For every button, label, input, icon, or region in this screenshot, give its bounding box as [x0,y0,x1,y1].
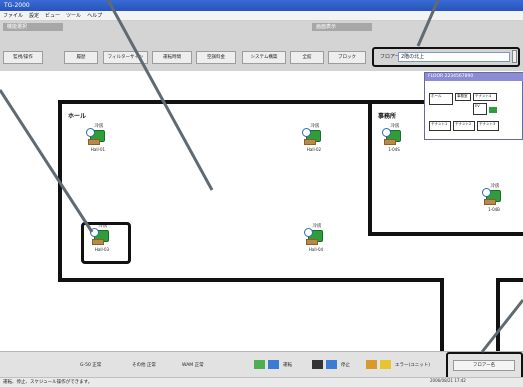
operation-time-button[interactable]: 運転時間 [152,51,192,64]
gauge-icon [86,128,95,137]
history-button[interactable]: 履歴 [64,51,98,64]
indoor-unit-icon[interactable]: 冷房 1-04S [380,123,408,157]
minimap-room[interactable]: テナント2 [453,121,475,131]
menu-bar: ファイル 設定 ビュー ツール ヘルプ [0,11,523,21]
indoor-unit-icon[interactable]: 冷房 Hall-01 [84,123,112,157]
office-wall-lower [496,278,523,351]
unit-name: 1-04B [488,207,500,212]
block-button[interactable]: ブロック [328,51,366,64]
zone-label-office: 事務所 [378,113,397,120]
menu-tools[interactable]: ツール [66,12,81,19]
floor-selector-group: フロアー 2階の北上 [372,47,520,67]
gauge-icon [382,128,391,137]
floor-list-button[interactable]: フロアー名 [453,360,515,371]
unit-base [306,239,318,245]
monitor-operate-button[interactable]: 監視/操作 [3,51,43,64]
gauge-icon [302,128,311,137]
indoor-unit-icon[interactable]: 冷房 Hall-04 [302,223,330,257]
unit-name: 1-04S [388,147,400,152]
menu-help[interactable]: ヘルプ [87,12,102,19]
legend-icon-blue [268,360,279,369]
unit-name: Hall-04 [308,247,324,252]
gauge-icon [304,228,313,237]
minimap-room[interactable]: テナント4 [473,93,497,101]
legend-error: エラー(ユニット) [395,363,431,368]
legend-icon-orange [366,360,377,369]
hall-wall-bottom [58,278,442,282]
unit-name: Hall-02 [306,147,322,152]
legend-run: 運転 [283,363,292,368]
message-text: 運転、停止、スケジュール操作ができます。 [3,380,93,385]
floor-minimap[interactable]: FLOOR 2234567890 ホール 事務室 テナント4 EV テナント1 … [424,72,523,140]
floor-scroll-arrows[interactable] [512,50,517,63]
unit-base [88,139,100,145]
minimap-room[interactable]: ホール [429,93,453,105]
highlight-frame [81,222,131,264]
menu-settings[interactable]: 設定 [29,12,39,19]
menu-view[interactable]: ビュー [45,12,60,19]
unit-name: Hall-01 [90,147,106,152]
menu-file[interactable]: ファイル [3,12,23,19]
legend-icon-blue2 [326,360,337,369]
unit-base [484,199,496,205]
window-title: TG-2000 [4,2,30,9]
unit-base [304,139,316,145]
all-building-button[interactable]: 全館 [290,51,324,64]
minimap-viewport-marker [489,107,497,113]
minimap-room[interactable]: EV [473,103,487,115]
minimap-room[interactable]: 事務室 [455,93,471,101]
filter-sign-button[interactable]: フィルターサイン [103,51,148,64]
legend-g50: G-50 正常 [80,363,102,368]
indoor-unit-icon[interactable]: 冷房 1-04B [480,183,508,217]
hall-wall-right-lower [440,278,444,351]
legend-wam: WAM 正常 [182,363,204,368]
minimap-title: FLOOR 2234567890 [425,73,523,81]
minimap-room[interactable]: テナント1 [429,121,451,131]
floor-select[interactable]: 2階の北上 [398,52,510,62]
indoor-unit-icon[interactable]: 冷房 Hall-02 [300,123,328,157]
hall-wall-top [58,100,374,104]
ac-fee-button[interactable]: 空調料金 [196,51,236,64]
system-build-button[interactable]: システム構築 [242,51,286,64]
minimap-room[interactable]: テナント3 [477,121,499,131]
hall-wall-left [58,100,62,282]
title-bar: TG-2000 [0,0,523,11]
legend-icon-black [312,360,323,369]
legend-other: その他 正常 [132,363,156,368]
floor-label: フロアー [380,54,400,60]
unit-base [384,139,396,145]
datetime-text: 2006/08/21 17:42 [430,378,466,383]
legend-icon-yellow [380,360,391,369]
gauge-icon [482,188,491,197]
section-display-header: 画面表示 [312,23,372,31]
section-function-header: 機能選択 [3,23,63,31]
legend-stop: 停止 [341,363,350,368]
legend-icon-green [254,360,265,369]
zone-label-hall: ホール [68,113,87,120]
